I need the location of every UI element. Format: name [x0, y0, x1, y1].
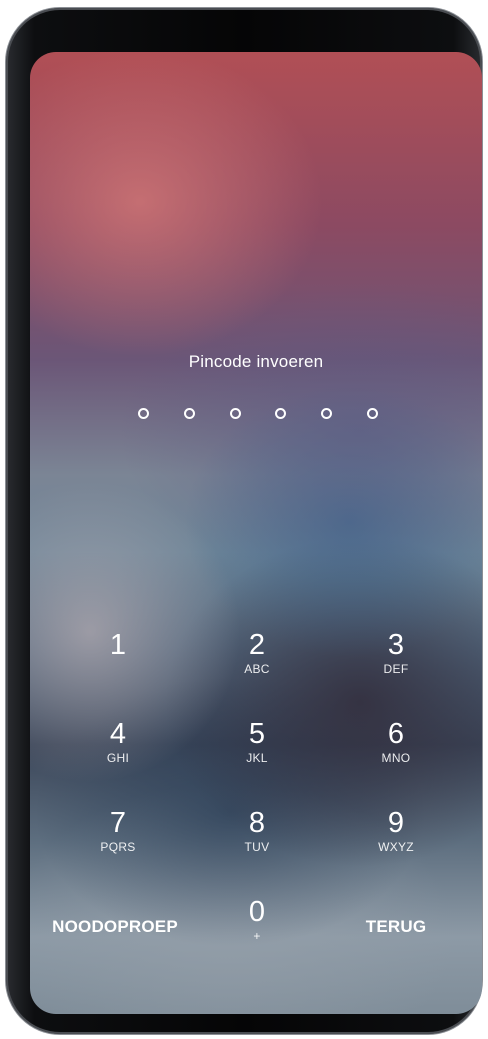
- key-digit: 8: [248, 807, 266, 839]
- pin-dot: [138, 408, 149, 419]
- key-2[interactable]: 2 ABC: [202, 628, 312, 698]
- key-digit: 9: [387, 807, 405, 839]
- key-4[interactable]: 4 GHI: [63, 717, 173, 787]
- key-7[interactable]: 7 PQRS: [63, 806, 173, 876]
- pin-prompt: Pincode invoeren: [188, 352, 324, 371]
- key-1[interactable]: 1: [63, 628, 173, 698]
- back-button[interactable]: TERUG: [326, 910, 466, 980]
- key-digit: 2: [248, 629, 266, 661]
- key-letters: MNO: [381, 751, 411, 765]
- pin-dot: [183, 408, 195, 419]
- key-8[interactable]: 8 TUV: [202, 806, 312, 876]
- key-letters: TUV: [244, 840, 270, 854]
- lock-screen: Pincode invoeren 1 2 ABC 3 DEF 4 GHI 5 J…: [30, 52, 482, 1014]
- pin-dot: [229, 408, 241, 419]
- key-digit: 6: [387, 718, 405, 750]
- key-letters: GHI: [106, 751, 130, 765]
- emergency-call-button[interactable]: NOODOPROEP: [40, 910, 190, 980]
- key-digit: 4: [109, 718, 127, 750]
- key-3[interactable]: 3 DEF: [341, 628, 451, 698]
- pin-dot: [366, 408, 378, 419]
- pin-dot: [321, 408, 333, 419]
- key-digit: 3: [387, 629, 405, 661]
- key-0[interactable]: 0 +: [202, 895, 312, 965]
- key-letters: +: [253, 929, 261, 943]
- key-digit: 5: [248, 718, 266, 750]
- key-digit: 0: [248, 896, 266, 928]
- key-letters: JKL: [246, 751, 268, 765]
- key-letters: DEF: [383, 662, 409, 676]
- key-letters: PQRS: [100, 840, 136, 854]
- phone-frame: Pincode invoeren 1 2 ABC 3 DEF 4 GHI 5 J…: [6, 8, 482, 1034]
- key-6[interactable]: 6 MNO: [341, 717, 451, 787]
- key-letters: ABC: [244, 662, 270, 676]
- key-9[interactable]: 9 WXYZ: [341, 806, 451, 876]
- key-digit: 7: [109, 807, 127, 839]
- key-letters: WXYZ: [378, 840, 414, 854]
- pin-indicator: [138, 406, 378, 422]
- key-5[interactable]: 5 JKL: [202, 717, 312, 787]
- key-digit: 1: [109, 629, 127, 661]
- pin-dot: [275, 408, 287, 419]
